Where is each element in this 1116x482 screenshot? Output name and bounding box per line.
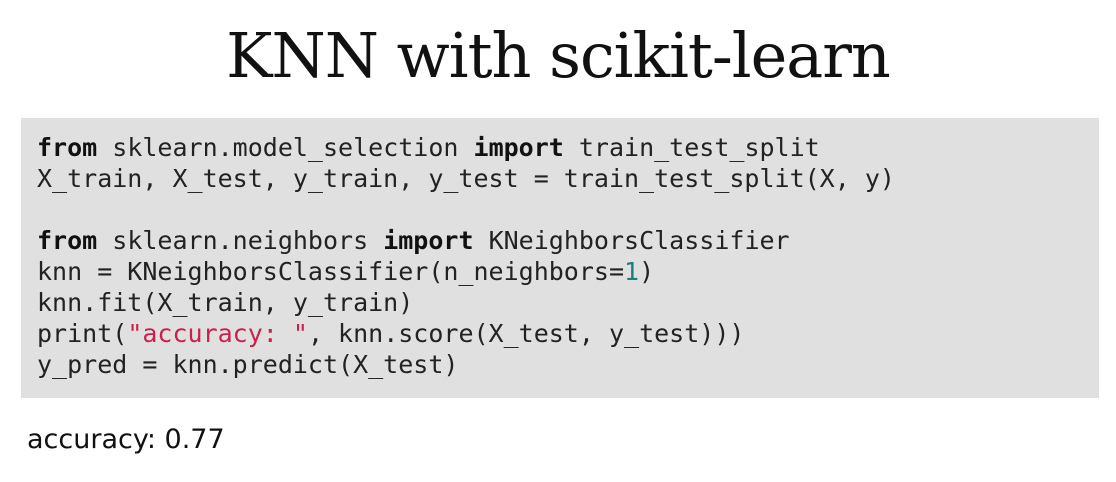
code-block: from sklearn.model_selection import trai… (21, 118, 1099, 398)
keyword-from: from (37, 133, 98, 162)
code-text: print( (37, 319, 128, 348)
imported-name: KNeighborsClassifier (473, 226, 790, 255)
code-line-print: print("accuracy: ", knn.score(X_test, y_… (37, 318, 1099, 349)
code-line-fit: knn.fit(X_train, y_train) (37, 288, 414, 317)
code-line-predict: y_pred = knn.predict(X_test) (37, 350, 459, 379)
keyword-import: import (473, 133, 564, 162)
code-line-knn-init: knn = KNeighborsClassifier(n_neighbors=1… (37, 256, 1099, 287)
output-text: accuracy: 0.77 (27, 424, 225, 455)
module-name: sklearn.model_selection (97, 133, 474, 162)
module-name: sklearn.neighbors (97, 226, 384, 255)
keyword-from: from (37, 226, 98, 255)
string-literal: "accuracy: " (127, 319, 308, 348)
code-text: , knn.score(X_test, y_test))) (307, 319, 745, 348)
keyword-import: import (383, 226, 474, 255)
code-line-split-call: X_train, X_test, y_train, y_test = train… (37, 164, 895, 193)
code-text: ) (639, 257, 655, 286)
code-line-import-split: from sklearn.model_selection import trai… (37, 132, 1099, 163)
imported-name: train_test_split (563, 133, 820, 162)
number-literal: 1 (624, 257, 640, 286)
code-text: knn = KNeighborsClassifier(n_neighbors= (37, 257, 624, 286)
slide-title: KNN with scikit-learn (226, 19, 891, 92)
code-line-import-knn: from sklearn.neighbors import KNeighbors… (37, 225, 1099, 256)
